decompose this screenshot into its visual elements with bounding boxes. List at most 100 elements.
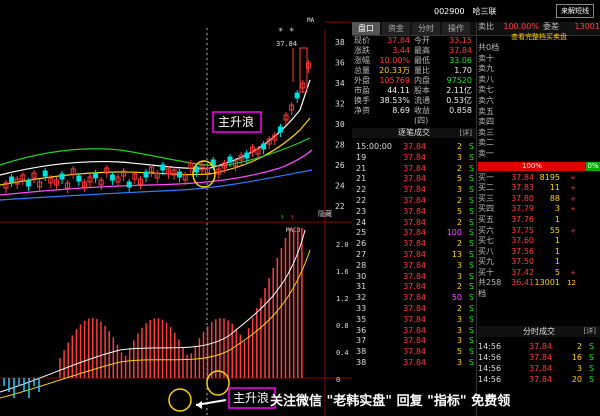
trade-volume: 5	[456, 206, 462, 216]
trade-volume: 2	[456, 282, 462, 292]
tab-zijin[interactable]: 资金	[382, 22, 410, 35]
fenshi-time: 14:56	[478, 353, 502, 362]
trade-row: 33 37.84 2 S	[352, 304, 476, 315]
trade-row: 21 37.84 2 S	[352, 164, 476, 175]
buy-level-row: 买一 37.84 8195 +	[478, 173, 600, 184]
quote-value: 44.11	[387, 86, 410, 95]
panel-divider	[476, 22, 477, 416]
trade-price: 37.84	[403, 314, 426, 324]
price-tick: 24	[335, 182, 345, 191]
price-tick: 36	[335, 59, 345, 68]
kline-chart-area[interactable]: 38 36 34 32 30 28 26 24 22 主升浪 37.84 * * MA 隐藏 ↑…	[0, 0, 352, 416]
fenshi-side: S	[588, 375, 594, 384]
sell-levels: 共0档 卖十 卖九 卖八 卖七 卖六 卖五 卖四 卖三 卖二 卖一	[478, 43, 600, 160]
trade-volume: 5	[456, 347, 462, 357]
stars-label: * *	[278, 27, 294, 37]
quote-value: 20.33万	[379, 66, 410, 75]
kline-svg: 38 36 34 32 30 28 26 24 22 主升浪 37.84 * * MA 隐藏 ↑…	[0, 0, 352, 416]
buy-level-price: 37.83	[511, 183, 534, 193]
sell-level-row: 卖六	[478, 96, 600, 107]
sell-level-label: 卖八	[478, 74, 494, 84]
trades-detail-button[interactable]: [详]	[460, 128, 472, 138]
sell-level-label: 卖一	[478, 148, 494, 158]
svg-text:↑: ↑	[280, 213, 284, 221]
quote-label: 最高	[414, 46, 430, 55]
price-tick: 26	[335, 161, 345, 170]
trade-volume: 3	[456, 314, 462, 324]
tab-fenshi[interactable]: 分时	[412, 22, 440, 35]
orderbook-total-row: 共258档 36.41 13001 12	[478, 278, 600, 298]
buy-level-row: 买六 37.75 55 +	[478, 226, 600, 237]
full-depth-link[interactable]: 查看完整档买卖盘	[478, 32, 600, 43]
trade-time: 25	[356, 228, 367, 238]
trade-time: 38	[356, 357, 367, 367]
trade-price: 37.84	[403, 228, 426, 238]
buy-level-label: 买九	[478, 257, 494, 267]
macd-tick: 2.0	[336, 241, 349, 249]
fenshi-time: 14:56	[478, 342, 502, 351]
quote-row: 现价 37.84 今开 33.15	[352, 36, 476, 46]
stock-name: 哈三联	[472, 6, 497, 16]
quote-label: 流通	[414, 96, 430, 105]
fenshi-price: 37.84	[529, 353, 552, 362]
tab-caozuo[interactable]: 操作	[442, 22, 470, 35]
orderbook-total-count: 12	[567, 279, 576, 288]
trade-side: S	[468, 217, 474, 227]
trade-time: 26	[356, 239, 367, 249]
quote-panel: 002900 哈三联 来解短线 盘口 资金 分时 操作 现价 37.84 今开 33.…	[352, 0, 600, 416]
trade-row: 26 37.84 2 S	[352, 239, 476, 250]
stock-header: 002900 哈三联 来解短线	[352, 0, 600, 22]
switch-button[interactable]: 来解短线	[556, 4, 594, 18]
trade-volume: 2	[456, 303, 462, 313]
fenshi-row: 14:56 37.84 2 S	[478, 341, 600, 352]
candle-body	[177, 171, 183, 178]
candle-body	[126, 181, 132, 188]
candle-body	[93, 172, 99, 179]
sell-level-row: 卖九	[478, 64, 600, 75]
quote-value: 0.858	[449, 106, 472, 115]
trades-list[interactable]: 15:00:00 37.84 2 S 19 37.84 3 S 21 37.84 2 S 21 37.84…	[352, 142, 476, 369]
fenshi-price: 37.84	[529, 342, 552, 351]
buy-level-label: 买七	[478, 236, 494, 246]
orderbook-total-volume: 13001	[534, 278, 560, 288]
trade-price: 37.84	[403, 282, 426, 292]
quote-value: 33.15	[449, 36, 472, 45]
buy-level-volume: 8195	[539, 172, 560, 182]
price-tick: 28	[335, 141, 345, 150]
trade-price: 37.84	[403, 142, 426, 151]
quote-value: 105769	[379, 76, 410, 85]
trade-side: S	[468, 260, 474, 270]
tab-pankou[interactable]: 盘口	[352, 22, 380, 35]
buy-level-price: 37.50	[511, 257, 534, 267]
trade-volume: 3	[456, 185, 462, 195]
buy-level-change	[560, 257, 576, 268]
trade-row: 37 37.84 3 S	[352, 336, 476, 347]
fenshi-detail-button[interactable]: [详]	[584, 326, 596, 337]
trade-side: S	[468, 239, 474, 249]
trade-time: 19	[356, 152, 367, 162]
trade-row: 19 37.84 3 S	[352, 153, 476, 164]
sell-level-label: 卖五	[478, 106, 494, 116]
trade-volume: 3	[456, 325, 462, 335]
trade-price: 37.84	[403, 249, 426, 259]
trade-price: 37.84	[403, 293, 426, 303]
buy-level-change: +	[570, 226, 576, 235]
main-wave-label-2: 主升浪	[233, 390, 269, 405]
fenshi-list[interactable]: 14:56 37.84 2 S 14:56 37.84 16 S 14:56 37.84 3 S 14:…	[478, 341, 600, 385]
buy-level-row: 买五 37.76 1	[478, 215, 600, 226]
trade-time: 27	[356, 249, 367, 259]
trade-side: S	[468, 314, 474, 324]
candle-body	[277, 126, 283, 133]
quote-value: 8.69	[392, 106, 410, 115]
candle-body	[261, 143, 267, 150]
trade-side: S	[468, 271, 474, 281]
buy-level-price: 37.60	[511, 236, 534, 246]
trade-row: 23 37.84 5 S	[352, 207, 476, 218]
quote-value: 1.70	[454, 66, 472, 75]
trade-price: 37.84	[403, 217, 426, 227]
trade-volume: 2	[456, 142, 462, 151]
fenshi-volume: 3	[576, 364, 582, 373]
trade-time: 31	[356, 282, 367, 292]
trade-price: 37.84	[403, 239, 426, 249]
macd-tick: 1.6	[336, 268, 349, 276]
